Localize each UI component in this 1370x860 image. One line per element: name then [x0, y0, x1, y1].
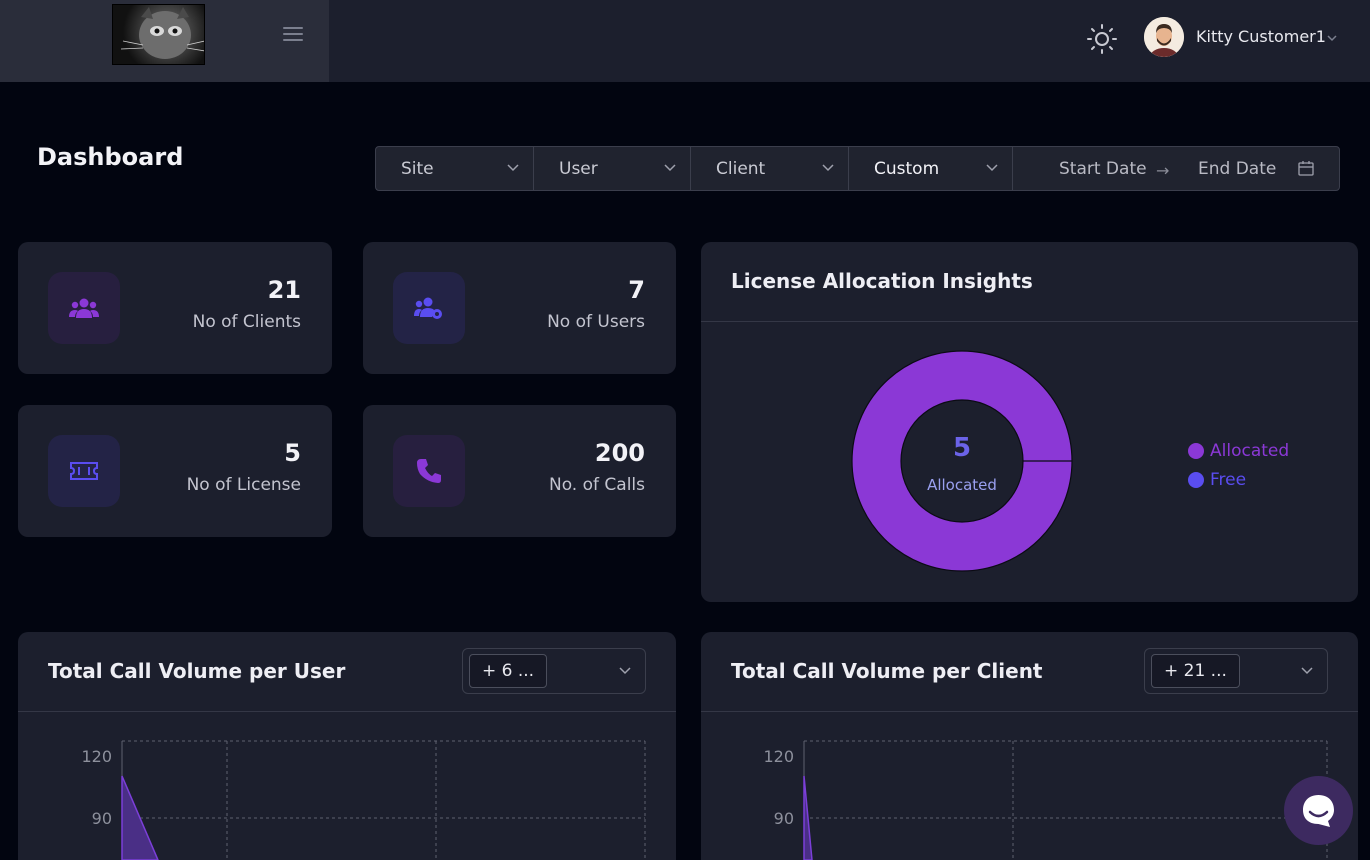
- range-select-label: Custom: [874, 159, 940, 179]
- legend-label: Free: [1210, 469, 1247, 490]
- user-avatar-icon: [1144, 17, 1184, 57]
- stat-icon-box: [393, 435, 465, 507]
- license-panel-title: License Allocation Insights: [731, 269, 1033, 293]
- selection-tag: + 21 ...: [1151, 654, 1240, 688]
- user-multi-select[interactable]: + 6 ...: [462, 648, 646, 694]
- user-name[interactable]: Kitty Customer1: [1196, 27, 1326, 46]
- user-select-label: User: [559, 159, 598, 179]
- stat-icon-box: [48, 435, 120, 507]
- avatar[interactable]: [1144, 17, 1184, 57]
- user-volume-chart: 120 90: [81, 740, 646, 860]
- clients-count: 21: [267, 276, 301, 304]
- license-panel: License Allocation Insights 5 Allocated …: [701, 242, 1358, 602]
- donut-chart[interactable]: 5 Allocated: [851, 350, 1073, 572]
- client-select[interactable]: Client: [691, 147, 849, 190]
- menu-toggle-button[interactable]: [283, 27, 303, 43]
- legend-label: Allocated: [1210, 440, 1290, 461]
- chevron-down-icon: [822, 164, 834, 172]
- calls-count: 200: [594, 439, 645, 467]
- page-title: Dashboard: [37, 143, 184, 171]
- panel-divider: [701, 321, 1358, 322]
- user-select[interactable]: User: [534, 147, 691, 190]
- sun-icon: [1087, 24, 1117, 54]
- users-label: No of Users: [547, 312, 645, 332]
- calendar-icon[interactable]: [1298, 160, 1314, 176]
- legend-dot: [1188, 471, 1204, 488]
- date-range-arrow: →: [1156, 161, 1170, 180]
- stat-card-users: 7 No of Users: [363, 242, 676, 374]
- license-label: No of License: [186, 475, 301, 495]
- cat-photo-icon: [120, 7, 204, 59]
- user-volume-title: Total Call Volume per User: [48, 659, 346, 683]
- chevron-down-icon: [1301, 667, 1313, 675]
- client-select-label: Client: [716, 159, 766, 179]
- brand-area: [0, 0, 329, 82]
- stat-card-calls: 200 No. of Calls: [363, 405, 676, 537]
- hamburger-icon: [283, 27, 303, 29]
- chevron-down-icon: [986, 164, 998, 172]
- legend-item-free[interactable]: Free: [1188, 465, 1289, 494]
- stat-card-clients: 21 No of Clients: [18, 242, 332, 374]
- stat-icon-box: [393, 272, 465, 344]
- ticket-icon: [70, 462, 98, 480]
- theme-toggle-button[interactable]: [1086, 23, 1118, 55]
- start-date-input[interactable]: Start Date: [1059, 159, 1147, 179]
- chevron-down-icon: [507, 164, 519, 172]
- donut-center-label: Allocated: [927, 476, 997, 494]
- filter-bar: Site User Client Custom Start Date → End…: [375, 146, 1340, 191]
- license-count: 5: [284, 439, 301, 467]
- donut-legend: Allocated Free: [1188, 436, 1289, 494]
- chevron-down-icon[interactable]: [1326, 32, 1338, 44]
- users-cog-icon: [414, 297, 442, 319]
- chat-widget-button[interactable]: [1284, 776, 1353, 845]
- end-date-input[interactable]: End Date: [1198, 159, 1276, 179]
- stat-icon-box: [48, 272, 120, 344]
- client-volume-title: Total Call Volume per Client: [731, 659, 1043, 683]
- calls-label: No. of Calls: [548, 475, 645, 495]
- legend-dot: [1188, 442, 1204, 459]
- donut-center-value: 5: [953, 433, 971, 463]
- logo[interactable]: [112, 4, 205, 65]
- client-volume-panel: Total Call Volume per Client + 21 ... 12…: [701, 632, 1358, 860]
- chat-bubble-icon: [1303, 795, 1334, 827]
- chevron-down-icon: [664, 164, 676, 172]
- site-select[interactable]: Site: [376, 147, 534, 190]
- client-volume-chart: 120 90: [763, 740, 1328, 860]
- y-tick-label: 90: [774, 809, 794, 828]
- legend-item-allocated[interactable]: Allocated: [1188, 436, 1289, 465]
- top-bar: Kitty Customer1: [0, 0, 1370, 82]
- y-tick-label: 120: [763, 747, 794, 766]
- users-count: 7: [628, 276, 645, 304]
- site-select-label: Site: [401, 159, 434, 179]
- y-tick-label: 120: [81, 747, 112, 766]
- client-multi-select[interactable]: + 21 ...: [1144, 648, 1328, 694]
- stat-card-license: 5 No of License: [18, 405, 332, 537]
- y-tick-label: 90: [92, 809, 112, 828]
- range-select[interactable]: Custom: [849, 147, 1013, 190]
- chevron-down-icon: [619, 667, 631, 675]
- selection-tag: + 6 ...: [469, 654, 548, 688]
- user-volume-panel: Total Call Volume per User + 6 ... 120 9…: [18, 632, 676, 860]
- phone-icon: [417, 459, 441, 483]
- users-icon: [69, 298, 99, 318]
- clients-label: No of Clients: [192, 312, 301, 332]
